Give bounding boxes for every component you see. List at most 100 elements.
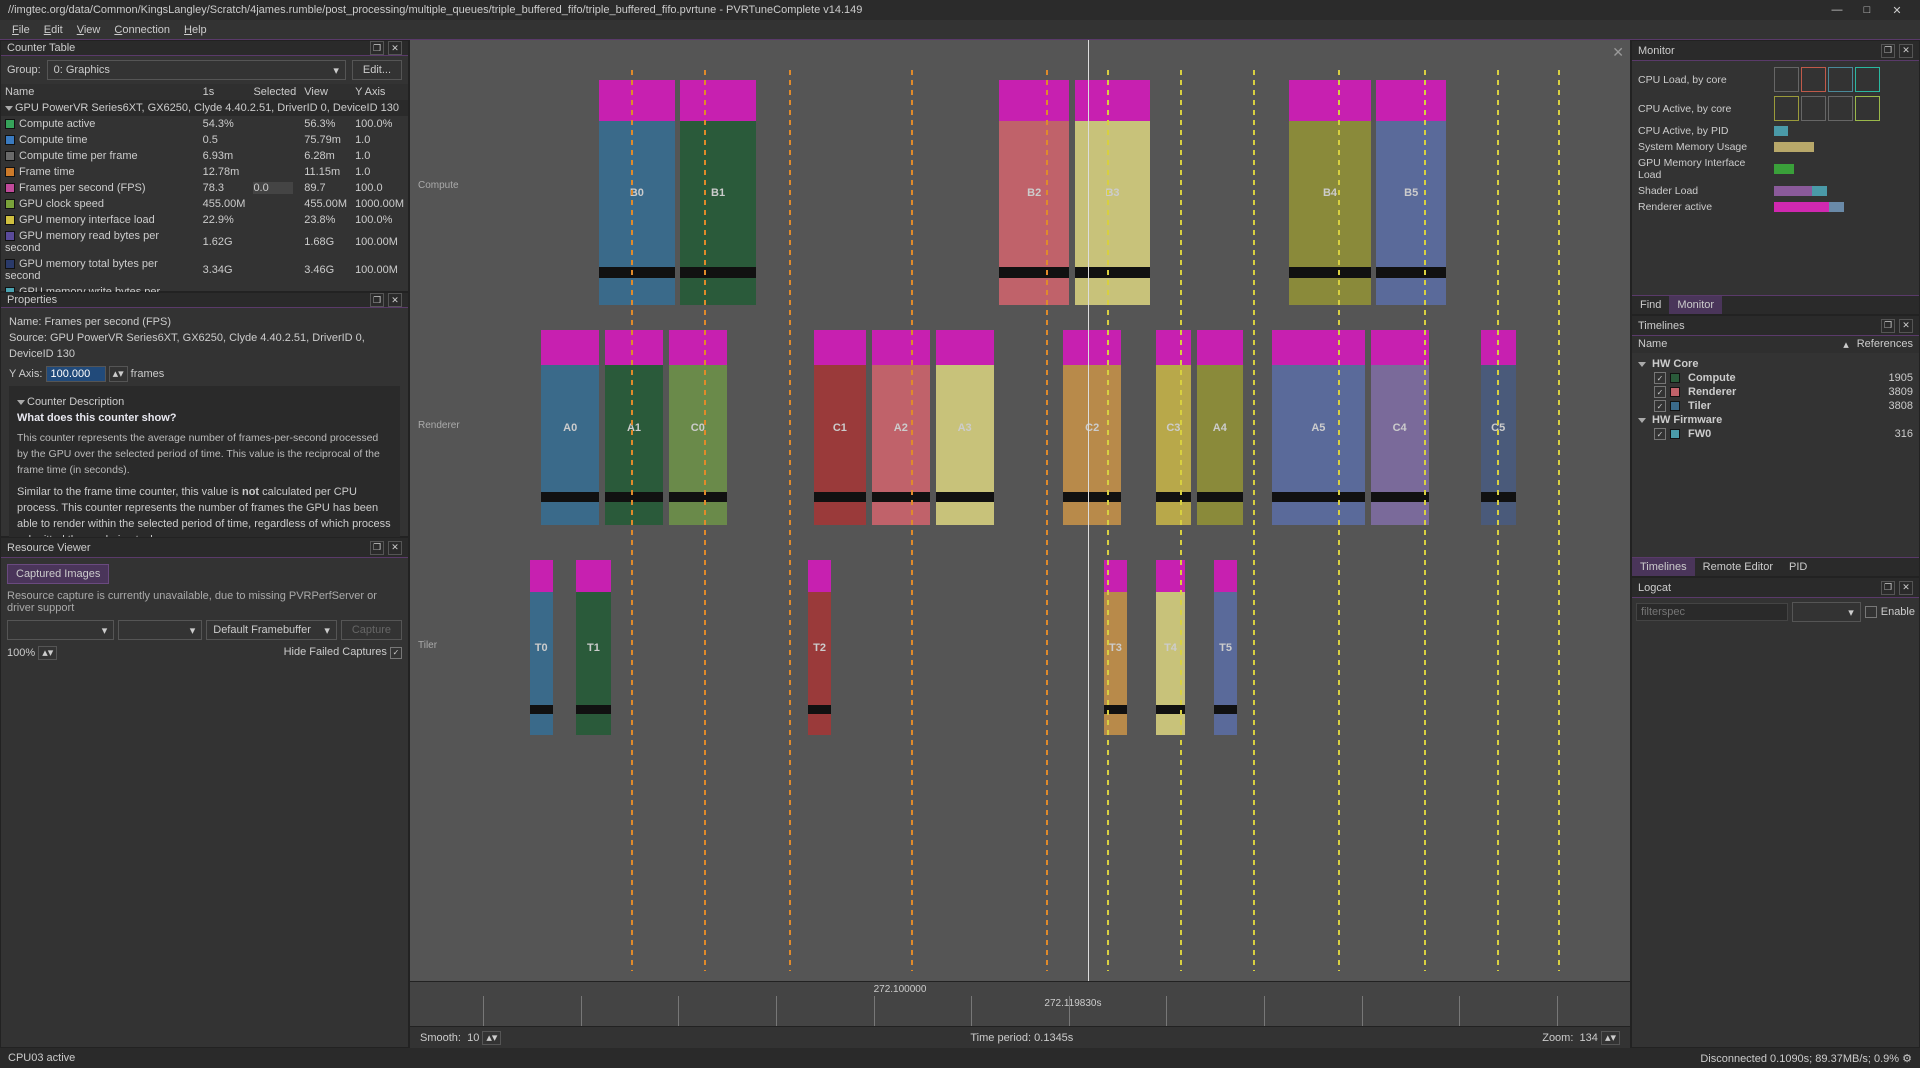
tree-item[interactable]: ✓Tiler3808 — [1638, 399, 1913, 413]
dock-icon[interactable]: ❐ — [370, 293, 384, 307]
timeline-block[interactable]: A1 — [605, 330, 663, 525]
close-icon[interactable]: ✕ — [388, 41, 402, 55]
timeline-block[interactable]: T5 — [1214, 560, 1237, 735]
capture-button[interactable]: Capture — [341, 620, 402, 640]
menu-file[interactable]: File — [6, 22, 36, 38]
timeline-block[interactable]: C2 — [1063, 330, 1121, 525]
menubar: File Edit View Connection Help — [0, 20, 1920, 40]
counter-row[interactable]: GPU memory read bytes per second1.62G1.6… — [1, 228, 408, 256]
timeline-block[interactable]: B2 — [999, 80, 1069, 305]
enable-checkbox[interactable] — [1865, 606, 1877, 618]
tree-item[interactable]: ✓Renderer3809 — [1638, 385, 1913, 399]
counter-row[interactable]: Compute time per frame6.93m6.28m1.0 — [1, 148, 408, 164]
tab-pid[interactable]: PID — [1781, 558, 1815, 576]
menu-connection[interactable]: Connection — [108, 22, 176, 38]
timeline-block[interactable]: B4 — [1289, 80, 1370, 305]
monitor-row: CPU Active, by PID — [1632, 123, 1919, 139]
timeline-block[interactable]: A0 — [541, 330, 599, 525]
timeline-block[interactable]: T0 — [530, 560, 553, 735]
rv-combo1[interactable]: ▾ — [7, 620, 114, 640]
time-ruler[interactable]: 272.100000 272.119830s — [410, 981, 1630, 1026]
hide-failed-checkbox[interactable]: ✓ — [390, 647, 402, 659]
tree-item[interactable]: ✓FW0316 — [1638, 427, 1913, 441]
zoom-stepper[interactable]: ▴▾ — [38, 646, 57, 660]
counter-table: Name 1s Selected View Y Axis GPU PowerVR… — [1, 84, 408, 312]
monitor-panel: Monitor ❐✕ CPU Load, by coreCPU Active, … — [1631, 40, 1920, 315]
close-icon[interactable]: ✕ — [1899, 581, 1913, 595]
edit-button[interactable]: Edit... — [352, 60, 402, 80]
timeline-block[interactable]: A3 — [936, 330, 994, 525]
timeline-block[interactable]: B0 — [599, 80, 674, 305]
dock-icon[interactable]: ❐ — [1881, 44, 1895, 58]
menu-view[interactable]: View — [71, 22, 107, 38]
close-icon[interactable]: ✕ — [1612, 44, 1624, 61]
tab-timelines[interactable]: Timelines — [1632, 558, 1695, 576]
window-minimize[interactable]: — — [1822, 4, 1852, 17]
expand-icon[interactable] — [5, 106, 13, 111]
monitor-row: Shader Load — [1632, 183, 1919, 199]
dock-icon[interactable]: ❐ — [370, 41, 384, 55]
timeline-block[interactable]: C4 — [1371, 330, 1429, 525]
gear-icon[interactable]: ⚙ — [1902, 1053, 1912, 1065]
timeline-block[interactable]: C3 — [1156, 330, 1191, 525]
filterspec-input[interactable] — [1636, 603, 1788, 621]
properties-title: Properties — [7, 294, 57, 306]
close-icon[interactable]: ✕ — [1899, 319, 1913, 333]
counter-row[interactable]: Frame time12.78m11.15m1.0 — [1, 164, 408, 180]
close-icon[interactable]: ✕ — [388, 541, 402, 555]
properties-panel: Properties ❐✕ Name: Frames per second (F… — [0, 292, 409, 537]
menu-help[interactable]: Help — [178, 22, 213, 38]
tab-find[interactable]: Find — [1632, 296, 1669, 314]
rv-combo2[interactable]: ▾ — [118, 620, 202, 640]
tab-remote-editor[interactable]: Remote Editor — [1695, 558, 1781, 576]
counter-row[interactable]: Compute time0.575.79m1.0 — [1, 132, 408, 148]
timeline-block[interactable]: T2 — [808, 560, 831, 735]
group-combo[interactable]: 0: Graphics ▾ — [47, 60, 346, 80]
counter-row[interactable]: Compute active54.3%56.3%100.0% — [1, 116, 408, 132]
timelines-panel: Timelines ❐✕ Name▴ References HW Core✓Co… — [1631, 315, 1920, 577]
timeline-block[interactable]: B5 — [1376, 80, 1446, 305]
smooth-stepper[interactable]: ▴▾ — [482, 1031, 501, 1045]
dock-icon[interactable]: ❐ — [370, 541, 384, 555]
resource-viewer-panel: Resource Viewer ❐✕ Captured Images Resou… — [0, 537, 409, 1048]
playhead[interactable] — [1088, 40, 1089, 981]
counter-row[interactable]: Frames per second (FPS)78.30.089.7100.0 — [1, 180, 408, 196]
counter-row[interactable]: GPU memory total bytes per second3.34G3.… — [1, 256, 408, 284]
timeline-block[interactable]: B1 — [680, 80, 755, 305]
timeline-block[interactable]: C1 — [814, 330, 866, 525]
monitor-row: CPU Load, by core — [1632, 65, 1919, 94]
dock-icon[interactable]: ❐ — [1881, 319, 1895, 333]
timeline-block[interactable]: A2 — [872, 330, 930, 525]
dock-icon[interactable]: ❐ — [1881, 581, 1895, 595]
chevron-down-icon: ▾ — [333, 64, 339, 77]
counter-row[interactable]: GPU clock speed455.00M455.00M1000.00M — [1, 196, 408, 212]
titlebar: //imgtec.org/data/Common/KingsLangley/Sc… — [0, 0, 1920, 20]
window-maximize[interactable]: □ — [1852, 4, 1882, 17]
counter-row[interactable]: GPU memory interface load22.9%23.8%100.0… — [1, 212, 408, 228]
captured-images-tab[interactable]: Captured Images — [7, 564, 109, 584]
yaxis-input[interactable] — [46, 366, 106, 382]
tree-group[interactable]: HW Core — [1638, 357, 1913, 371]
monitor-row: CPU Active, by core — [1632, 94, 1919, 123]
close-icon[interactable]: ✕ — [388, 293, 402, 307]
timeline-block[interactable]: A5 — [1272, 330, 1365, 525]
counter-table-panel: Counter Table ❐ ✕ Group: 0: Graphics ▾ E… — [0, 40, 409, 292]
window-close[interactable]: ✕ — [1882, 4, 1912, 17]
timeline-block[interactable]: T1 — [576, 560, 611, 735]
timeline-block[interactable]: B3 — [1075, 80, 1150, 305]
close-icon[interactable]: ✕ — [1899, 44, 1913, 58]
tab-monitor[interactable]: Monitor — [1669, 296, 1722, 314]
rv-framebuffer-combo[interactable]: Default Framebuffer▾ — [206, 620, 337, 640]
statusbar: CPU03 active Disconnected 0.1090s; 89.37… — [0, 1048, 1920, 1068]
logcat-panel: Logcat ❐✕ ▾ Enable — [1631, 577, 1920, 1048]
window-title: //imgtec.org/data/Common/KingsLangley/Sc… — [8, 4, 862, 16]
stepper-icon[interactable]: ▴▾ — [109, 366, 128, 382]
tree-item[interactable]: ✓Compute1905 — [1638, 371, 1913, 385]
tree-group[interactable]: HW Firmware — [1638, 413, 1913, 427]
zoom-stepper[interactable]: ▴▾ — [1601, 1031, 1620, 1045]
timeline-view[interactable]: ✕ Compute B0B1B2B3B4B5 Renderer A0A1C0C1… — [410, 40, 1630, 1048]
logcat-combo[interactable]: ▾ — [1792, 602, 1861, 622]
menu-edit[interactable]: Edit — [38, 22, 69, 38]
timeline-block[interactable]: A4 — [1197, 330, 1243, 525]
timeline-block[interactable]: C0 — [669, 330, 727, 525]
